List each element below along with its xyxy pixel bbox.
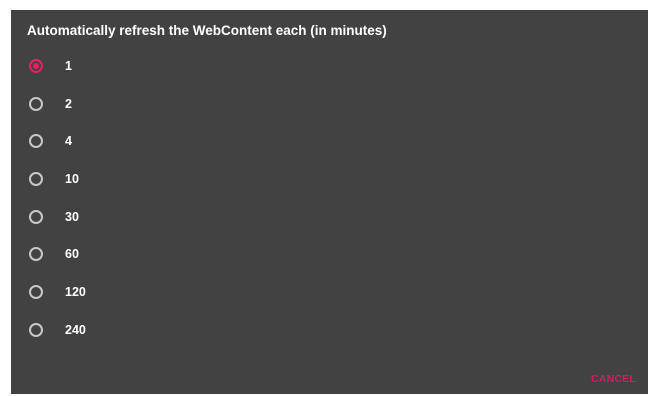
option-label: 4 bbox=[65, 134, 72, 149]
option-label: 120 bbox=[65, 284, 86, 299]
radio-button-icon[interactable] bbox=[29, 58, 43, 73]
option-4[interactable]: 4 bbox=[11, 122, 648, 160]
radio-button-icon[interactable] bbox=[29, 284, 43, 299]
option-label: 10 bbox=[65, 171, 79, 186]
option-2[interactable]: 2 bbox=[11, 85, 648, 123]
option-60[interactable]: 60 bbox=[11, 235, 648, 273]
option-label: 1 bbox=[65, 58, 72, 73]
refresh-options-list: 1 2 4 10 30 60 120 240 bbox=[11, 47, 648, 349]
radio-button-icon[interactable] bbox=[29, 134, 43, 149]
radio-button-icon[interactable] bbox=[29, 171, 43, 186]
option-1[interactable]: 1 bbox=[11, 47, 648, 85]
option-10[interactable]: 10 bbox=[11, 160, 648, 198]
radio-button-icon[interactable] bbox=[29, 247, 43, 262]
radio-button-icon[interactable] bbox=[29, 322, 43, 337]
option-label: 2 bbox=[65, 96, 72, 111]
radio-button-icon[interactable] bbox=[29, 209, 43, 224]
option-label: 60 bbox=[65, 247, 79, 262]
refresh-interval-dialog: Automatically refresh the WebContent eac… bbox=[11, 10, 648, 394]
option-240[interactable]: 240 bbox=[11, 311, 648, 349]
radio-button-icon[interactable] bbox=[29, 96, 43, 111]
option-30[interactable]: 30 bbox=[11, 198, 648, 236]
cancel-button[interactable]: CANCEL bbox=[591, 373, 636, 385]
dialog-title: Automatically refresh the WebContent eac… bbox=[27, 23, 387, 38]
option-120[interactable]: 120 bbox=[11, 273, 648, 311]
option-label: 240 bbox=[65, 322, 86, 337]
option-label: 30 bbox=[65, 209, 79, 224]
